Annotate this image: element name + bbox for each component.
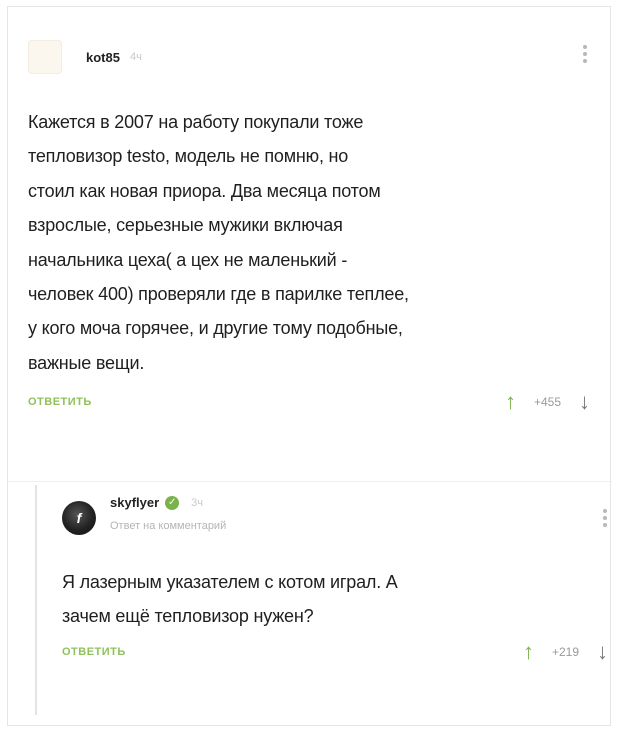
- comment-line: начальника цеха( а цех не маленький -: [28, 249, 348, 270]
- avatar[interactable]: f: [62, 501, 96, 535]
- upvote-icon[interactable]: ↑: [505, 390, 516, 414]
- upvote-icon[interactable]: ↑: [523, 639, 534, 664]
- user-info: skyflyer ✓ 3ч Ответ на комментарий: [110, 495, 226, 532]
- comment-line: тепловизор testo, модель не помню, но: [28, 146, 349, 167]
- comment-text: Я лазерным указателем с котом играл. А з…: [62, 565, 572, 634]
- comments-panel: kot85 4ч Кажется в 2007 на работу покупа…: [7, 6, 612, 726]
- verified-icon: ✓: [165, 495, 180, 510]
- divider: [8, 481, 612, 482]
- vote-score: +455: [533, 395, 561, 410]
- downvote-icon[interactable]: ↓: [597, 639, 608, 664]
- reply-button[interactable]: ОТВЕТИТЬ: [62, 646, 126, 658]
- timestamp: 3ч: [191, 496, 204, 509]
- reply-comment: f skyflyer ✓ 3ч Ответ на комментарий Я л…: [35, 485, 620, 715]
- reply-to-link[interactable]: Ответ на комментарий: [110, 520, 226, 532]
- comment-footer: ОТВЕТИТЬ ↑ +455 ↓: [28, 390, 608, 414]
- comment-text: Кажется в 2007 на работу покупали тоже т…: [28, 105, 588, 380]
- comment-line: взрослые, серьезные мужики включая: [28, 215, 343, 236]
- comment-line: зачем ещё тепловизор нужен?: [62, 606, 314, 627]
- comment-line: у кого моча горячее, и другие тому подоб…: [28, 318, 403, 339]
- vote-score: +219: [551, 644, 579, 659]
- username[interactable]: skyflyer: [110, 495, 159, 510]
- comment-header: kot85 4ч: [28, 37, 608, 77]
- comment-line: стоил как новая приора. Два месяца потом: [28, 180, 381, 201]
- vote-controls: ↑ +219 ↓: [523, 639, 608, 664]
- username[interactable]: kot85: [86, 50, 120, 65]
- more-options-icon[interactable]: [602, 509, 608, 527]
- comment-line: Я лазерным указателем с котом играл. А: [62, 572, 398, 592]
- comment: kot85 4ч Кажется в 2007 на работу покупа…: [28, 37, 608, 414]
- user-row: skyflyer ✓ 3ч: [110, 495, 226, 510]
- reply-button[interactable]: ОТВЕТИТЬ: [28, 396, 92, 408]
- avatar[interactable]: [28, 40, 62, 74]
- more-options-icon[interactable]: [582, 45, 588, 63]
- comment-line: человек 400) проверяли где в парилке теп…: [28, 284, 409, 305]
- downvote-icon[interactable]: ↓: [579, 390, 590, 414]
- comment-header: f skyflyer ✓ 3ч Ответ на комментарий: [62, 495, 620, 545]
- comment-line: Кажется в 2007 на работу покупали тоже: [28, 112, 364, 132]
- vote-controls: ↑ +455 ↓: [505, 390, 590, 414]
- comment-line: важные вещи.: [28, 352, 145, 373]
- timestamp: 4ч: [129, 51, 142, 63]
- comment-footer: ОТВЕТИТЬ ↑ +219 ↓: [62, 639, 620, 664]
